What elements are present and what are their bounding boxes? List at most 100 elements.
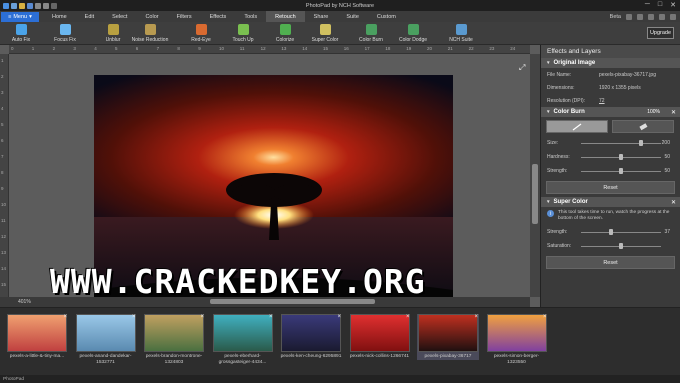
collapse-icon: ▾	[547, 109, 550, 115]
thumbnail-caption: pexels-anand-dandekar-1532771	[79, 354, 132, 365]
slider-knob[interactable]	[639, 140, 643, 146]
close-button[interactable]: ✕	[670, 1, 676, 9]
remove-effect-icon[interactable]: ✕	[671, 199, 676, 206]
tab-retouch[interactable]: Retouch	[266, 11, 305, 22]
super-color-strength-slider[interactable]: Strength: 37	[541, 225, 680, 239]
undo-icon[interactable]	[35, 2, 41, 9]
color-burn-size-slider[interactable]: Size: 200	[541, 136, 680, 150]
slider-track[interactable]	[581, 232, 661, 233]
close-thumbnail-icon[interactable]: ×	[200, 314, 204, 320]
close-thumbnail-icon[interactable]: ×	[543, 314, 547, 320]
fit-to-window-icon[interactable]: ⤢	[519, 63, 525, 73]
new-icon[interactable]	[11, 2, 17, 9]
tool-super-color[interactable]: Super Color	[308, 22, 342, 45]
tool-auto-fix[interactable]: Auto Fix	[4, 22, 38, 45]
tab-effects[interactable]: Effects	[201, 11, 236, 22]
filmstrip-thumbnail[interactable]: × pexels-ken-cheung-6295891	[280, 314, 342, 360]
tool-red-eye[interactable]: Red-Eye	[184, 22, 218, 45]
thumbnail-image[interactable]: ×	[349, 314, 410, 352]
color-burn-hardness-slider[interactable]: Hardness: 50	[541, 150, 680, 164]
vertical-scroll-thumb[interactable]	[532, 164, 538, 224]
resolution-value[interactable]: 72	[599, 98, 605, 104]
tool-nch-suite[interactable]: NCH Suite	[448, 22, 474, 45]
menu-button[interactable]: ≡ Menu ▾	[1, 11, 39, 22]
maximize-button[interactable]: □	[658, 1, 662, 9]
tool-color-dodge[interactable]: Color Dodge	[396, 22, 430, 45]
close-thumbnail-icon[interactable]: ×	[132, 314, 136, 320]
layer-opacity[interactable]: 100%	[647, 109, 660, 115]
tab-suite[interactable]: Suite	[337, 11, 368, 22]
filmstrip-thumbnail[interactable]: × pexels-eberhard-grossgasteiger-4434...	[212, 314, 274, 365]
tab-edit[interactable]: Edit	[76, 11, 103, 22]
dropdown-icon[interactable]	[51, 2, 57, 9]
slider-knob[interactable]	[619, 243, 623, 249]
tab-select[interactable]: Select	[103, 11, 136, 22]
tab-home[interactable]: Home	[43, 11, 76, 22]
tab-tools[interactable]: Tools	[235, 11, 266, 22]
thumbnail-image[interactable]: ×	[75, 314, 136, 352]
paint-brush-button[interactable]	[546, 120, 608, 133]
zoom-level[interactable]: 401%	[18, 299, 31, 305]
filmstrip-thumbnail[interactable]: × pexels-brandon-montrone-1324803	[143, 314, 205, 365]
slider-track[interactable]	[581, 143, 661, 144]
color-burn-strength-slider[interactable]: Strength: 50	[541, 164, 680, 178]
filmstrip-thumbnail[interactable]: × pexels-nick-collins-1266741	[349, 314, 411, 360]
filmstrip-thumbnail[interactable]: × pexels-a-little-&-tiny-ma...	[6, 314, 68, 360]
slider-knob[interactable]	[619, 154, 623, 160]
color-burn-section-header[interactable]: ▾ Color Burn 100% ✕	[541, 107, 680, 117]
tool-colorize[interactable]: Colorize	[268, 22, 302, 45]
close-thumbnail-icon[interactable]: ×	[474, 314, 478, 320]
close-thumbnail-icon[interactable]: ×	[337, 314, 341, 320]
share-icon[interactable]	[648, 13, 654, 20]
tool-focus-fix[interactable]: Focus Fix	[48, 22, 82, 45]
social-icon[interactable]	[637, 13, 643, 20]
slider-knob[interactable]	[608, 229, 613, 235]
filmstrip-thumbnail[interactable]: × pexels-pixabay-36717	[417, 314, 479, 360]
close-thumbnail-icon[interactable]: ×	[63, 314, 67, 320]
tab-custom[interactable]: Custom	[368, 11, 405, 22]
super-color-saturation-slider[interactable]: Saturation:	[541, 239, 680, 253]
vertical-scrollbar[interactable]	[530, 54, 540, 297]
thumbnail-image[interactable]: ×	[486, 314, 547, 352]
expand-icon[interactable]	[659, 13, 665, 20]
tool-noise-reduction[interactable]: Noise Reduction	[128, 22, 172, 45]
nch-suite-icon	[455, 24, 467, 35]
tab-filters[interactable]: Filters	[168, 11, 201, 22]
tool-touch-up[interactable]: Touch Up	[226, 22, 260, 45]
filmstrip-thumbnail[interactable]: × pexels-anand-dandekar-1532771	[75, 314, 137, 365]
tab-share[interactable]: Share	[305, 11, 338, 22]
thumbnail-image[interactable]: ×	[144, 314, 204, 352]
tool-unblur[interactable]: Unblur	[96, 22, 130, 45]
slider-knob[interactable]	[619, 168, 623, 174]
minimize-button[interactable]: ─	[645, 1, 650, 9]
brush-icon	[572, 123, 582, 130]
tab-color[interactable]: Color	[136, 11, 167, 22]
thumbnail-image[interactable]: ×	[7, 314, 67, 352]
tool-color-burn[interactable]: Color Burn	[354, 22, 388, 45]
eraser-button[interactable]	[612, 120, 674, 133]
thumbnail-image[interactable]: ×	[418, 314, 478, 352]
close-thumbnail-icon[interactable]: ×	[406, 314, 410, 320]
save-icon[interactable]	[27, 2, 33, 9]
redo-icon[interactable]	[43, 2, 49, 9]
super-color-reset-button[interactable]: Reset	[546, 256, 675, 269]
filmstrip-thumbnail[interactable]: × pexels-simon-berger-1323550	[486, 314, 548, 365]
ruler-tick-label: 16	[343, 46, 349, 51]
upgrade-button[interactable]: Upgrade	[647, 27, 674, 39]
ruler-tick-label: 6	[135, 46, 139, 51]
ruler-tick-label: 7	[1, 154, 4, 159]
app-icon	[3, 2, 9, 9]
remove-effect-icon[interactable]: ✕	[671, 109, 676, 116]
help-menu-icon[interactable]	[670, 13, 676, 20]
color-burn-reset-button[interactable]: Reset	[546, 181, 675, 194]
original-image-section-header[interactable]: ▾ Original Image	[541, 58, 680, 68]
close-thumbnail-icon[interactable]: ×	[269, 314, 273, 320]
open-icon[interactable]	[19, 2, 25, 9]
super-color-saturation-label: Saturation:	[547, 243, 572, 249]
super-color-section-header[interactable]: ▾ Super Color ✕	[541, 197, 680, 207]
help-icon[interactable]	[626, 13, 632, 20]
thumbnail-image[interactable]: ×	[281, 314, 341, 352]
thumbnail-image[interactable]: ×	[212, 314, 273, 352]
color-burn-icon	[365, 24, 377, 35]
dimensions-row: Dimensions: 1920 x 1355 pixels	[541, 81, 680, 94]
